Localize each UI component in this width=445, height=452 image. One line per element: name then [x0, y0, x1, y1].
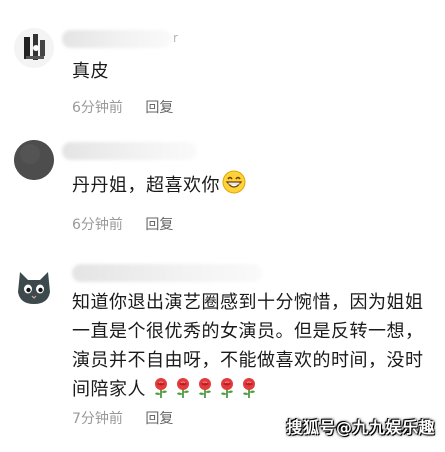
avatar-image-icon: [14, 140, 54, 180]
reply-button[interactable]: 回复: [145, 100, 173, 116]
rose-icon: [152, 377, 170, 408]
username-blurred[interactable]: [62, 30, 172, 48]
avatar[interactable]: [14, 28, 54, 68]
rose-icon: [196, 377, 214, 408]
comment-meta: 7分钟前 回复: [72, 408, 173, 428]
watermark: 搜狐号@九九娱乐趣: [286, 418, 435, 437]
reply-button[interactable]: 回复: [145, 217, 173, 233]
rose-icon: [218, 377, 236, 408]
avatar[interactable]: [12, 262, 56, 306]
username-blurred[interactable]: [62, 142, 197, 160]
comment-item: r 真皮 6分钟前 回复: [0, 0, 445, 130]
timestamp: 6分钟前: [72, 217, 123, 233]
reply-button[interactable]: 回复: [145, 411, 173, 427]
comment-meta: 6分钟前 回复: [72, 97, 173, 117]
comment-text: 真皮: [72, 61, 109, 82]
rose-icon: [174, 377, 192, 408]
cat-avatar-icon: [12, 262, 56, 306]
comment-item: 丹丹姐，超喜欢你 6分钟前 回复: [0, 130, 445, 250]
rose-icon: [240, 377, 258, 408]
timestamp: 7分钟前: [72, 411, 123, 427]
timestamp: 6分钟前: [72, 100, 123, 116]
username-trail: r: [173, 31, 178, 45]
comment-text: 丹丹姐，超喜欢你: [72, 170, 433, 203]
comment-text-body: 丹丹姐，超喜欢你: [72, 175, 220, 196]
avatar[interactable]: [14, 140, 54, 180]
grinning-face-icon: [222, 170, 246, 203]
comment-meta: 6分钟前 回复: [72, 214, 173, 234]
comment-item: 知道你退出演艺圈感到十分惋惜，因为姐姐一直是个很优秀的女演员。但是反转一想，演员…: [0, 250, 445, 452]
username-blurred[interactable]: [72, 264, 262, 282]
avatar-image-icon: [14, 28, 54, 68]
comment-text: 知道你退出演艺圈感到十分惋惜，因为姐姐一直是个很优秀的女演员。但是反转一想，演员…: [72, 288, 433, 408]
rose-emoji-group: [152, 378, 262, 400]
